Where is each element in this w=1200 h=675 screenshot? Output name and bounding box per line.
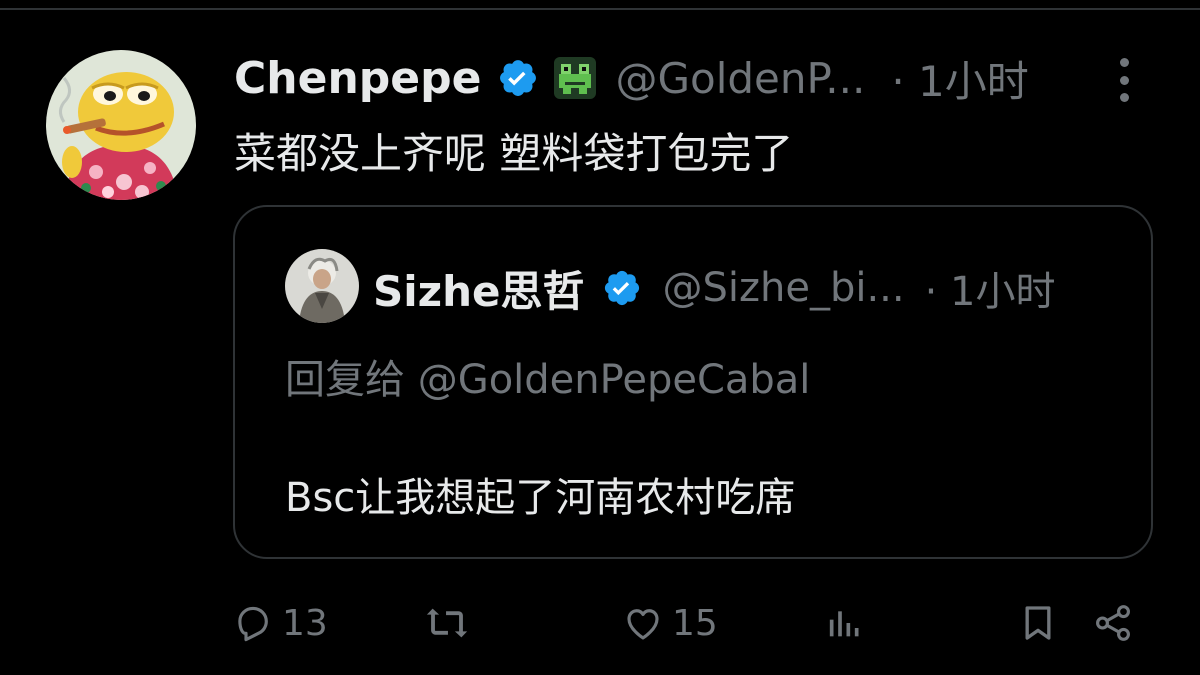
verified-icon[interactable] (497, 57, 539, 99)
top-divider (0, 8, 1200, 10)
like-count: 15 (672, 602, 718, 644)
bookmark-button[interactable] (1018, 598, 1058, 648)
tweet-header: Chenpepe @GoldenP... · 1小时 (234, 48, 1029, 108)
action-bar: 13 15 (0, 598, 1200, 648)
frog-emoji-icon (553, 56, 597, 100)
reply-button[interactable]: 13 (232, 598, 328, 648)
retweet-button[interactable] (424, 598, 470, 648)
quoted-tweet-card[interactable]: Sizhe思哲 @Sizhe_bi... · 1小时 回复给 @GoldenPe… (233, 205, 1153, 559)
tweet-text: 菜都没上齐呢 塑料袋打包完了 (234, 129, 794, 178)
more-icon[interactable] (1104, 52, 1144, 108)
quoted-timestamp[interactable]: · 1小时 (925, 259, 1056, 317)
quoted-header: Sizhe思哲 @Sizhe_bi... · 1小时 (373, 259, 1055, 317)
bookmark-icon (1018, 602, 1058, 644)
quoted-verified-icon[interactable] (602, 268, 642, 308)
like-icon (622, 602, 664, 644)
handle[interactable]: @GoldenP... (615, 54, 865, 103)
share-button[interactable] (1092, 598, 1134, 648)
views-button[interactable] (824, 598, 864, 648)
share-icon (1092, 602, 1134, 644)
quoted-tweet-text: Bsc让我想起了河南农村吃席 (285, 475, 796, 521)
retweet-icon (424, 600, 470, 646)
quoted-display-name[interactable]: Sizhe思哲 (373, 258, 584, 319)
quoted-handle[interactable]: @Sizhe_bi... (662, 265, 904, 311)
reply-icon (232, 602, 274, 644)
reply-to-label[interactable]: 回复给 @GoldenPepeCabal (285, 347, 810, 405)
avatar[interactable] (46, 50, 196, 200)
display-name[interactable]: Chenpepe (234, 53, 481, 104)
timestamp[interactable]: · 1小时 (891, 48, 1028, 109)
like-button[interactable]: 15 (622, 598, 718, 648)
views-icon (824, 603, 864, 643)
reply-count: 13 (282, 602, 328, 644)
quoted-avatar[interactable] (285, 249, 359, 323)
